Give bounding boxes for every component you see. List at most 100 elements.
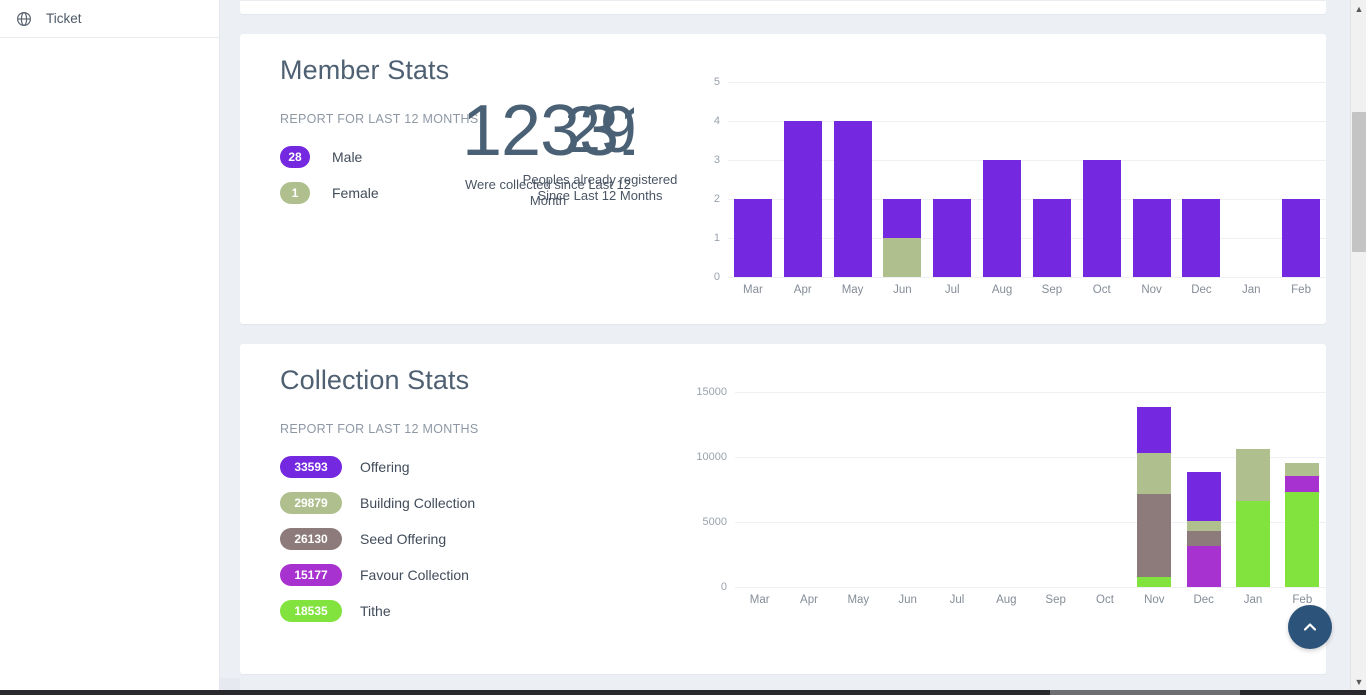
scroll-to-top-button[interactable] (1288, 605, 1332, 649)
bar-segment-tithe (1285, 492, 1320, 587)
x-axis-label: Jul (944, 284, 960, 296)
bar-nov[interactable] (1132, 82, 1171, 277)
bar-jul[interactable] (940, 392, 974, 587)
legend-label-female: Female (332, 184, 379, 201)
collection-total-block: 123314 Were collected since Last 12 Mont… (462, 95, 634, 210)
sidebar-item-label: Ticket (46, 11, 82, 26)
bar-feb[interactable] (1285, 392, 1320, 587)
bar-aug[interactable] (983, 82, 1022, 277)
legend-item-favour-collection: 15177 Favour Collection (280, 563, 700, 586)
bar-may[interactable] (841, 392, 875, 587)
y-axis-label: 3 (713, 154, 720, 166)
sidebar-item-ticket[interactable]: Ticket (0, 0, 219, 38)
horizontal-scrollbar[interactable] (0, 690, 1366, 695)
x-axis-label: Sep (1041, 284, 1063, 296)
bar-segment-building-collection (1285, 462, 1320, 476)
bar-sep[interactable] (1032, 82, 1071, 277)
bar-apr[interactable] (792, 392, 826, 587)
bar-jan[interactable] (1232, 82, 1270, 277)
card-divider (240, 0, 1326, 1)
legend-item-offering: 33593 Offering (280, 455, 700, 478)
legend-label-favour-collection: Favour Collection (360, 566, 469, 583)
bar-jan[interactable] (1236, 392, 1270, 587)
collection-stats-title: Collection Stats (280, 365, 470, 395)
x-axis-label: Jun (898, 594, 917, 606)
legend-item-building-collection: 29879 Building Collection (280, 491, 700, 514)
x-axis-label: Jan (1241, 284, 1261, 296)
bar-dec[interactable] (1182, 82, 1221, 277)
bar-segment-tithe (1236, 501, 1270, 587)
x-axis-label: Feb (1291, 284, 1311, 296)
y-axis-label: 5000 (702, 516, 727, 528)
x-axis-label: Oct (1092, 284, 1111, 296)
x-axis-label: Oct (1096, 594, 1114, 606)
scrollbar-thumb[interactable] (1352, 112, 1366, 252)
ticket-globe-icon (16, 11, 32, 27)
legend-label-offering: Offering (360, 458, 410, 475)
x-axis-label: Aug (991, 284, 1013, 296)
member-stats-chart: 5 4 3 2 1 0 Mar Apr May Jun Jul Aug Sep Oct Nov D… (714, 76, 1326, 296)
x-axis-label: Mar (743, 284, 763, 296)
y-axis-label: 1 (713, 232, 720, 244)
bar-sep[interactable] (1039, 392, 1073, 587)
legend-label-male: Male (332, 148, 363, 165)
y-axis-label: 5 (713, 76, 720, 88)
y-axis-label: 15000 (696, 386, 727, 398)
bar-segment-male (783, 121, 822, 277)
x-axis-label: Nov (1144, 594, 1165, 606)
scrollbar-down-arrow-icon[interactable]: ▼ (1351, 673, 1366, 690)
bar-segment-male (983, 160, 1022, 277)
bar-segment-building-collection (1236, 448, 1270, 502)
bar-segment-favour-collection (1186, 546, 1221, 587)
bar-oct[interactable] (1088, 392, 1122, 587)
previous-card-partial (240, 0, 1326, 14)
collection-bars-plot: Mar Apr May Jun Jul Aug Sep Oct Nov Dec Jan Feb (735, 392, 1327, 606)
bar-segment-building-collection (1137, 453, 1172, 495)
bar-segment-male (1032, 199, 1071, 277)
bar-apr[interactable] (783, 82, 822, 277)
scrollbar-up-arrow-icon[interactable]: ▲ (1351, 0, 1366, 17)
gridline (728, 277, 1326, 278)
bar-segment-favour-collection (1285, 475, 1320, 493)
collection-stats-legend: 33593 Offering 29879 Building Collection… (280, 455, 700, 622)
x-axis-label: Dec (1193, 594, 1214, 606)
y-axis-label: 10000 (696, 451, 727, 463)
x-axis-label: Dec (1191, 284, 1212, 296)
bar-mar[interactable] (743, 392, 777, 587)
x-axis-label: Mar (749, 594, 770, 606)
member-stats-title: Member Stats (280, 55, 450, 85)
bar-oct[interactable] (1082, 82, 1121, 277)
collection-stats-subtitle: REPORT FOR LAST 12 MONTHS (280, 421, 479, 436)
bar-segment-male (933, 199, 972, 277)
legend-item-seed-offering: 26130 Seed Offering (280, 527, 700, 550)
member-stats-chart-panel: 5 4 3 2 1 0 Mar Apr May Jun Jul Aug Sep Oct Nov D… (700, 56, 1326, 302)
collection-stats-chart-panel: 15000 10000 5000 0 Mar Apr May Jun Jul Aug Sep… (696, 366, 1327, 652)
y-axis-label: 0 (713, 271, 720, 283)
bar-nov[interactable] (1137, 392, 1172, 587)
x-axis-label: Sep (1045, 594, 1066, 606)
y-axis-label: 0 (720, 581, 727, 593)
vertical-scrollbar[interactable]: ▲ ▼ (1350, 0, 1366, 690)
bar-aug[interactable] (989, 392, 1023, 587)
badge-male-count: 28 (280, 145, 310, 168)
bar-feb[interactable] (1282, 82, 1321, 277)
x-axis-label: Apr (793, 284, 812, 296)
page-root: Ticket Member Stats REPORT FOR LAST 12 M… (0, 0, 1366, 695)
horizontal-scrollbar-thumb[interactable] (1050, 690, 1240, 695)
bar-segment-building-collection (1186, 521, 1221, 532)
bar-dec[interactable] (1186, 392, 1221, 587)
bar-segment-seed-offering (1137, 494, 1172, 577)
bar-segment-offering (1186, 471, 1221, 522)
bar-segment-male (1282, 199, 1321, 277)
chevron-up-icon (1303, 623, 1317, 631)
bar-jun[interactable] (883, 82, 922, 277)
bar-mar[interactable] (733, 82, 772, 277)
bar-may[interactable] (833, 82, 872, 277)
bar-jul[interactable] (933, 82, 972, 277)
x-axis-label: Apr (800, 594, 818, 606)
badge-tithe-amount: 18535 (280, 599, 342, 622)
bar-jun[interactable] (891, 392, 925, 587)
collection-stats-card: Collection Stats REPORT FOR LAST 12 MONT… (240, 95, 1327, 674)
sidebar: Ticket (0, 0, 220, 695)
x-axis-label: May (847, 594, 870, 606)
